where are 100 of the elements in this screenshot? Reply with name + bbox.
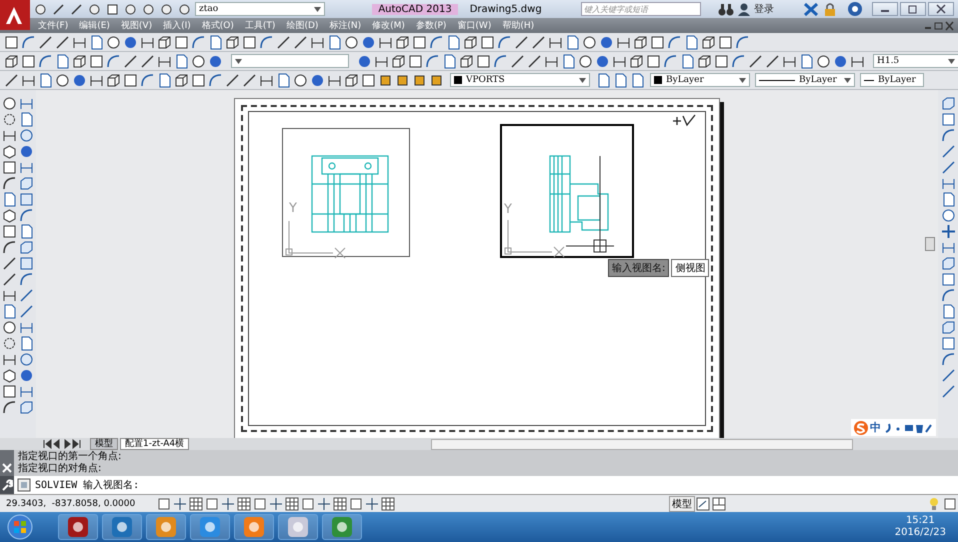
tooltip-input[interactable]: 侧视图	[671, 259, 710, 277]
dimension-style-dropdown[interactable]: H1.5	[873, 54, 958, 68]
line-icon[interactable]	[940, 368, 956, 383]
taskbar-app-button[interactable]	[58, 514, 98, 540]
maximize-button[interactable]	[900, 2, 926, 16]
close-icon[interactable]	[2, 463, 12, 473]
circle-icon[interactable]	[2, 320, 17, 335]
circle-icon[interactable]	[344, 34, 359, 50]
input-mode-label[interactable]: 中	[870, 420, 881, 435]
crosshair-icon[interactable]	[221, 496, 236, 510]
system-clock[interactable]: 15:21 2016/2/23	[894, 515, 946, 539]
crosshair-icon[interactable]	[173, 496, 188, 510]
menu-item[interactable]: 视图(V)	[120, 19, 152, 32]
line-icon[interactable]	[510, 54, 525, 68]
line-icon[interactable]	[2, 272, 17, 287]
line-icon[interactable]	[123, 54, 138, 68]
circle-icon[interactable]	[293, 72, 308, 88]
circle-icon[interactable]	[2, 96, 17, 111]
menu-item[interactable]: 修改(M)	[372, 19, 405, 32]
menu-item[interactable]: 插入(I)	[163, 19, 191, 32]
line-icon[interactable]	[140, 54, 155, 68]
layout-icon[interactable]	[712, 496, 727, 510]
menu-item[interactable]: 工具(T)	[244, 19, 276, 32]
taskbar-app-button[interactable]	[102, 514, 142, 540]
line-icon[interactable]	[242, 72, 257, 88]
grid-icon[interactable]	[285, 496, 300, 510]
line-icon[interactable]	[69, 2, 84, 16]
application-button[interactable]	[0, 0, 30, 30]
minimize-button[interactable]	[872, 2, 898, 16]
line-icon[interactable]	[514, 34, 529, 50]
circle-icon[interactable]	[816, 54, 831, 68]
command-icon[interactable]	[17, 478, 32, 492]
window-controls-icon[interactable]	[924, 20, 954, 30]
x-icon[interactable]	[803, 2, 819, 16]
line-icon[interactable]	[940, 384, 956, 399]
viewport[interactable]: Y	[282, 128, 410, 257]
circle-icon[interactable]	[123, 2, 138, 16]
user-icon[interactable]	[737, 2, 751, 16]
grid-icon[interactable]	[381, 496, 396, 510]
wrench-icon[interactable]	[1, 479, 13, 491]
menu-item[interactable]: 标注(N)	[329, 19, 362, 32]
circle-icon[interactable]	[55, 72, 70, 88]
line-icon[interactable]	[51, 2, 66, 16]
color-dropdown[interactable]: ByLayer	[650, 73, 750, 87]
workspace-dropdown[interactable]: ztao	[195, 2, 325, 16]
line-icon[interactable]	[276, 34, 291, 50]
menu-item[interactable]: 绘图(D)	[286, 19, 318, 32]
crosshair-icon[interactable]	[365, 496, 380, 510]
line-icon[interactable]	[4, 72, 19, 88]
line-icon[interactable]	[19, 304, 34, 319]
grid-icon[interactable]	[333, 496, 348, 510]
scroll-thumb[interactable]	[925, 237, 935, 251]
circle-icon[interactable]	[19, 352, 34, 367]
line-icon[interactable]	[38, 34, 53, 50]
line-icon[interactable]	[527, 54, 542, 68]
lock-icon[interactable]	[822, 2, 838, 16]
command-line-input[interactable]: SOLVIEW 输入视图名:	[35, 478, 140, 492]
linetype-dropdown[interactable]: ByLayer	[755, 73, 855, 87]
close-button[interactable]	[928, 2, 954, 16]
menu-item[interactable]: 文件(F)	[38, 19, 68, 32]
taskbar-app-button[interactable]	[278, 514, 318, 540]
layout-icon[interactable]	[696, 496, 711, 510]
help-icon[interactable]	[847, 1, 863, 17]
model-space-button[interactable]: 模型	[669, 496, 695, 512]
menu-item[interactable]: 窗口(W)	[457, 19, 492, 32]
circle-icon[interactable]	[578, 54, 593, 68]
line-icon[interactable]	[940, 144, 956, 159]
search-field[interactable]: 键入关键字或短语	[581, 2, 701, 16]
menu-item[interactable]: 格式(O)	[202, 19, 234, 32]
circle-icon[interactable]	[940, 208, 956, 223]
line-icon[interactable]	[55, 34, 70, 50]
menu-item[interactable]: 参数(P)	[416, 19, 446, 32]
grid-icon[interactable]	[237, 496, 252, 510]
line-icon[interactable]	[293, 34, 308, 50]
binoculars-icon[interactable]	[718, 2, 734, 16]
horizontal-scrollbar[interactable]	[431, 438, 854, 450]
line-icon[interactable]	[531, 34, 546, 50]
lineweight-dropdown[interactable]: ByLayer	[860, 73, 924, 87]
drawing-area[interactable]: Y Y 输入视图名: 侧视图 中	[36, 90, 938, 438]
line-icon[interactable]	[940, 160, 956, 175]
circle-icon[interactable]	[106, 34, 121, 50]
crosshair-icon[interactable]	[269, 496, 284, 510]
line-icon[interactable]	[225, 72, 240, 88]
layout-tab[interactable]: 配置1-zt-A4横	[120, 438, 190, 450]
menu-item[interactable]: 编辑(E)	[79, 19, 110, 32]
circle-icon[interactable]	[19, 128, 34, 143]
layer-dropdown[interactable]: VPORTS	[450, 73, 590, 87]
line-icon[interactable]	[2, 256, 17, 271]
circle-icon[interactable]	[582, 34, 597, 50]
viewport[interactable]: Y	[500, 124, 634, 258]
ime-tools-icon[interactable]	[883, 422, 933, 434]
layout-tab[interactable]: 模型	[90, 438, 118, 450]
line-icon[interactable]	[748, 54, 763, 68]
line-icon[interactable]	[19, 288, 34, 303]
line-icon[interactable]	[765, 54, 780, 68]
crosshair-icon[interactable]	[317, 496, 332, 510]
circle-icon[interactable]	[191, 54, 206, 68]
grid-icon[interactable]	[189, 496, 204, 510]
login-link[interactable]: 登录	[754, 2, 774, 16]
menu-item[interactable]: 帮助(H)	[502, 19, 534, 32]
